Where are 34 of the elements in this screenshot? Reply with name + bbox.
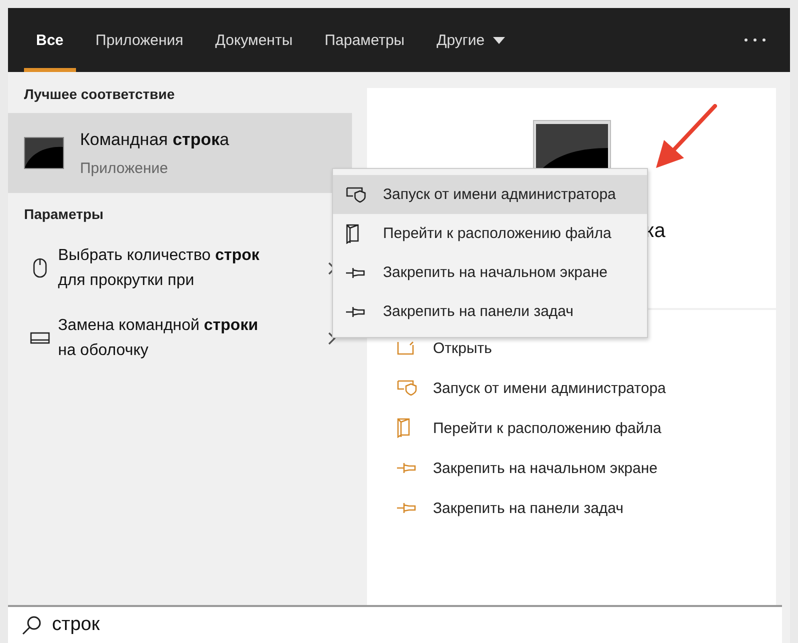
pin-icon — [346, 306, 366, 318]
tab[interactable]: Параметры — [312, 8, 417, 72]
mouse-icon — [33, 258, 47, 278]
more-icon[interactable] — [744, 38, 766, 42]
tab[interactable]: Приложения — [84, 8, 196, 72]
chevron-icon — [328, 332, 336, 344]
tab[interactable]: Документы — [203, 8, 305, 72]
settings-item-text: Выбрать количество строк для прокрутки при — [58, 246, 260, 291]
file-location-icon — [397, 418, 411, 438]
pin-icon — [346, 266, 366, 278]
open-icon — [397, 341, 415, 355]
file-location-icon — [346, 224, 360, 244]
action-item[interactable]: Открыть — [397, 328, 776, 368]
action-item[interactable]: Запуск от имени администратора — [397, 368, 776, 408]
result-title: Командная строка — [80, 130, 230, 150]
shield-monitor-icon — [397, 380, 417, 396]
arrow — [656, 104, 717, 168]
result-subtitle: Приложение — [80, 160, 169, 176]
action-item[interactable]: Перейти к расположению файла — [397, 408, 776, 448]
action-item[interactable]: Закрепить на начальном экране — [397, 448, 776, 488]
display-icon — [30, 332, 50, 344]
search-field[interactable]: строк — [8, 605, 782, 643]
action-item[interactable]: Закрепить на панели задач — [397, 488, 776, 528]
menu-item[interactable]: Запуск от имени администратора — [333, 175, 647, 214]
result-item[interactable]: Командная строка Приложение — [8, 113, 352, 193]
settings-item-text: Замена командной строки на оболочку — [58, 316, 260, 361]
pin-icon — [397, 462, 417, 474]
pin-icon — [397, 502, 417, 514]
terminal-icon — [532, 120, 610, 168]
terminal-icon — [24, 137, 64, 169]
section-heading: Параметры — [23, 205, 105, 224]
tab[interactable]: Другие — [424, 8, 517, 72]
search-icon — [22, 615, 42, 635]
shield-monitor-icon — [346, 186, 366, 202]
